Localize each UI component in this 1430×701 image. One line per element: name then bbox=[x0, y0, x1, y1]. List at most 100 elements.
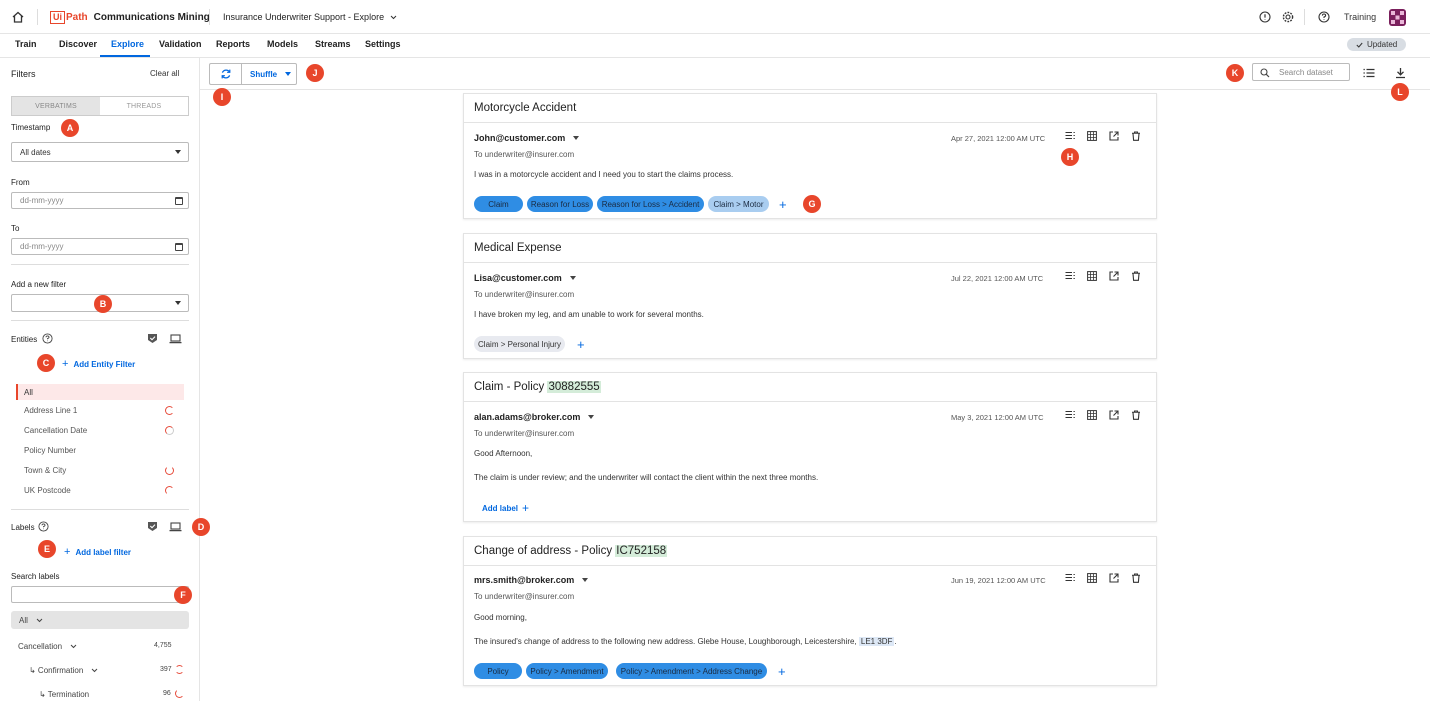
user-name[interactable]: Training bbox=[1344, 12, 1376, 22]
search-icon bbox=[1260, 68, 1270, 78]
calendar-icon[interactable] bbox=[175, 243, 183, 251]
message-date: Apr 27, 2021 12:00 AM UTC bbox=[951, 134, 1046, 143]
label-chip[interactable]: Claim bbox=[474, 196, 523, 212]
entity-item-address-line-1[interactable]: Address Line 1 bbox=[16, 402, 184, 418]
table-view-icon[interactable] bbox=[1087, 410, 1097, 420]
sender-selector[interactable]: mrs.smith@broker.com bbox=[474, 575, 589, 585]
open-external-icon[interactable] bbox=[1109, 573, 1119, 583]
thread-view-icon[interactable] bbox=[1065, 410, 1075, 420]
tab-settings[interactable]: Settings bbox=[365, 39, 401, 49]
add-label-icon[interactable]: + bbox=[577, 338, 585, 351]
label-count: 4,755 bbox=[154, 642, 172, 649]
tab-explore[interactable]: Explore bbox=[111, 39, 144, 49]
callout-marker-e: E bbox=[38, 540, 56, 558]
open-external-icon[interactable] bbox=[1109, 131, 1119, 141]
add-entity-filter-button[interactable]: + Add Entity Filter bbox=[62, 358, 135, 370]
label-chip[interactable]: Claim > Motor bbox=[708, 196, 769, 212]
label-chip[interactable]: Reason for Loss > Accident bbox=[597, 196, 704, 212]
filters-sidebar: Filters Clear all VERBATIMS THREADS Time… bbox=[0, 58, 200, 701]
thread-view-icon[interactable] bbox=[1065, 573, 1075, 583]
label-chip[interactable]: Policy bbox=[474, 663, 522, 679]
tab-train[interactable]: Train bbox=[15, 39, 37, 49]
from-date-input[interactable]: dd-mm-yyyy bbox=[11, 192, 189, 209]
add-label-icon[interactable]: + bbox=[778, 665, 786, 678]
thread-view-icon[interactable] bbox=[1065, 131, 1075, 141]
search-labels-input[interactable] bbox=[11, 586, 189, 603]
label-chip[interactable]: Reason for Loss bbox=[527, 196, 593, 212]
add-label-icon[interactable]: + bbox=[779, 198, 787, 211]
avatar[interactable] bbox=[1389, 9, 1406, 26]
laptop-icon[interactable] bbox=[169, 522, 182, 532]
policy-number-entity[interactable]: IC752158 bbox=[615, 545, 668, 557]
tab-validation[interactable]: Validation bbox=[159, 39, 202, 49]
timestamp-select[interactable]: All dates bbox=[11, 142, 189, 162]
search-dataset-input[interactable]: Search dataset bbox=[1252, 63, 1350, 81]
open-external-icon[interactable] bbox=[1109, 410, 1119, 420]
label-tree-item[interactable]: ↳ Confirmation bbox=[29, 666, 98, 675]
table-view-icon[interactable] bbox=[1087, 271, 1097, 281]
alert-icon[interactable] bbox=[1259, 11, 1271, 23]
threads-toggle[interactable]: THREADS bbox=[100, 97, 188, 115]
entity-item-uk-postcode[interactable]: UK Postcode bbox=[16, 482, 184, 498]
table-view-icon[interactable] bbox=[1087, 131, 1097, 141]
download-icon[interactable] bbox=[1395, 67, 1406, 79]
label-chip[interactable]: Claim > Personal Injury bbox=[474, 336, 565, 352]
tab-reports[interactable]: Reports bbox=[216, 39, 250, 49]
label-chip[interactable]: Policy > Amendment bbox=[526, 663, 608, 679]
gear-icon[interactable] bbox=[1282, 11, 1294, 23]
table-view-icon[interactable] bbox=[1087, 573, 1097, 583]
tab-discover[interactable]: Discover bbox=[59, 39, 97, 49]
shield-check-icon[interactable] bbox=[147, 333, 158, 344]
label-tree-item[interactable]: ↳ Termination bbox=[39, 690, 89, 699]
delete-icon[interactable] bbox=[1131, 131, 1141, 141]
policy-number-entity[interactable]: 30882555 bbox=[547, 381, 601, 393]
sender-selector[interactable]: alan.adams@broker.com bbox=[474, 412, 595, 422]
shuffle-dropdown[interactable]: Shuffle bbox=[241, 63, 297, 85]
delete-icon[interactable] bbox=[1131, 573, 1141, 583]
entity-item-all[interactable]: All bbox=[16, 384, 184, 400]
chevron-down-icon[interactable] bbox=[91, 668, 98, 673]
project-selector[interactable]: Insurance Underwriter Support - Explore bbox=[223, 12, 397, 22]
to-date-input[interactable]: dd-mm-yyyy bbox=[11, 238, 189, 255]
delete-icon[interactable] bbox=[1131, 410, 1141, 420]
entity-item-cancellation-date[interactable]: Cancellation Date bbox=[16, 422, 184, 438]
refresh-button[interactable] bbox=[209, 63, 241, 85]
main-nav: Train Discover Explore Validation Report… bbox=[0, 34, 1430, 58]
add-label-button[interactable]: Add label + bbox=[482, 501, 529, 515]
verbatims-toggle[interactable]: VERBATIMS bbox=[12, 97, 100, 115]
caret-down-icon bbox=[175, 301, 181, 305]
help-icon[interactable] bbox=[1318, 11, 1330, 23]
entity-item-town-city[interactable]: Town & City bbox=[16, 462, 184, 478]
shield-check-icon[interactable] bbox=[147, 521, 158, 532]
status-text: Updated bbox=[1367, 40, 1398, 49]
uk-postcode-entity[interactable]: LE1 3DF bbox=[858, 637, 895, 646]
explore-toolbar: Shuffle Search dataset bbox=[200, 58, 1430, 90]
label-tree-item[interactable]: Cancellation bbox=[18, 642, 77, 651]
divider bbox=[11, 320, 189, 321]
home-icon[interactable] bbox=[11, 10, 25, 24]
clear-all-button[interactable]: Clear all bbox=[150, 69, 179, 78]
labels-all-select[interactable]: All bbox=[11, 611, 189, 629]
delete-icon[interactable] bbox=[1131, 271, 1141, 281]
list-view-icon[interactable] bbox=[1363, 68, 1375, 78]
callout-marker-i: I bbox=[213, 88, 231, 106]
add-label-filter-button[interactable]: + Add label filter bbox=[64, 546, 131, 558]
label-chip[interactable]: Policy > Amendment > Address Change bbox=[616, 663, 767, 679]
sender-selector[interactable]: Lisa@customer.com bbox=[474, 273, 576, 283]
sender-selector[interactable]: John@customer.com bbox=[474, 133, 580, 143]
help-icon[interactable] bbox=[42, 333, 53, 344]
chevron-down-icon[interactable] bbox=[70, 644, 77, 649]
message-title: Claim - Policy 30882555 bbox=[474, 381, 601, 393]
thread-view-icon[interactable] bbox=[1065, 271, 1075, 281]
tab-models[interactable]: Models bbox=[267, 39, 298, 49]
message-card: Change of address - Policy IC752158 mrs.… bbox=[463, 536, 1157, 686]
title-text: Medical Expense bbox=[474, 242, 562, 254]
laptop-icon[interactable] bbox=[169, 334, 182, 344]
open-external-icon[interactable] bbox=[1109, 271, 1119, 281]
calendar-icon[interactable] bbox=[175, 197, 183, 205]
tab-streams[interactable]: Streams bbox=[315, 39, 351, 49]
help-icon[interactable] bbox=[38, 521, 49, 532]
entity-item-policy-number[interactable]: Policy Number bbox=[16, 442, 184, 458]
entities-label: Entities bbox=[11, 335, 38, 344]
uipath-logo: Ui Path Communications Mining bbox=[50, 11, 210, 24]
